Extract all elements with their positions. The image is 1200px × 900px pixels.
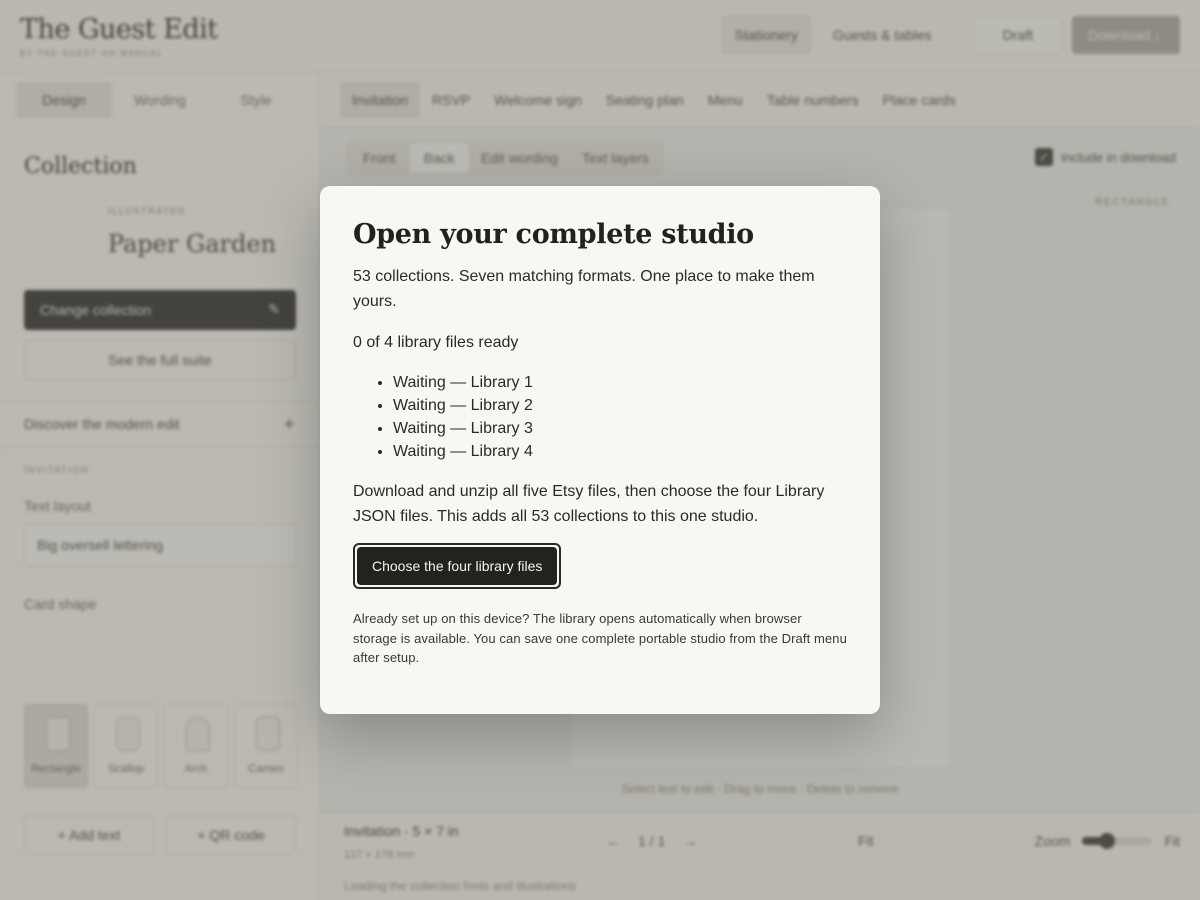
library-file-status: Waiting — Library 4 (393, 440, 847, 463)
library-file-list: Waiting — Library 1 Waiting — Library 2 … (353, 371, 847, 463)
dialog-title: Open your complete studio (353, 219, 754, 250)
choose-library-files-button[interactable]: Choose the four library files (357, 547, 558, 585)
library-progress: 0 of 4 library files ready (353, 334, 519, 351)
focus-ring: Choose the four library files (353, 543, 562, 589)
dialog-lead: 53 collections. Seven matching formats. … (353, 268, 815, 310)
library-file-status: Waiting — Library 1 (393, 371, 847, 394)
library-file-status: Waiting — Library 3 (393, 417, 847, 440)
library-file-status: Waiting — Library 2 (393, 394, 847, 417)
open-studio-dialog: Open your complete studio 53 collections… (320, 186, 880, 714)
dialog-note: Already set up on this device? The libra… (353, 611, 847, 665)
dialog-instructions: Download and unzip all five Etsy files, … (353, 483, 825, 525)
